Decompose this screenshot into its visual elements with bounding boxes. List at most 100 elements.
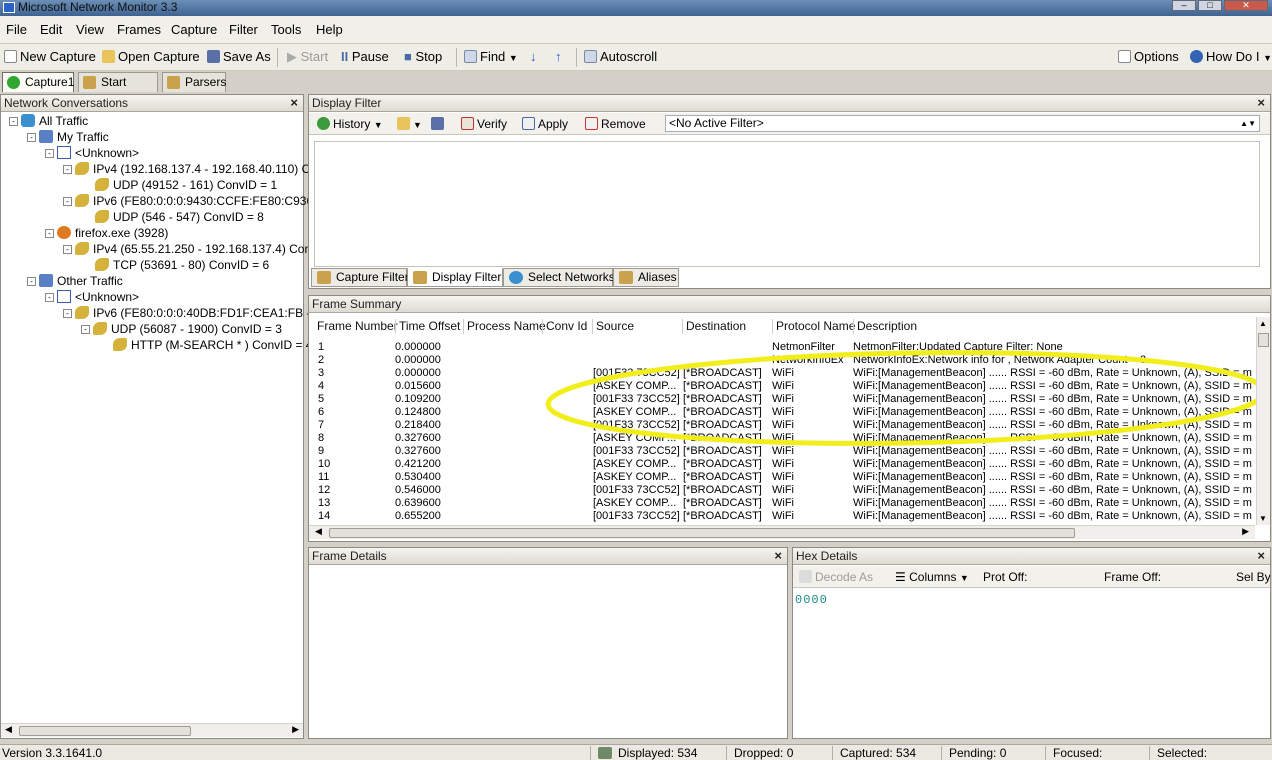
- scroll-right-icon[interactable]: ▶: [292, 724, 299, 735]
- scroll-thumb[interactable]: [19, 726, 191, 736]
- options-icon: [1118, 50, 1131, 63]
- tree-item[interactable]: UDP (546 - 547) ConvID = 8: [81, 209, 264, 225]
- tab-select-networks[interactable]: Select Networks: [503, 268, 615, 287]
- stop-button[interactable]: ■ Stop: [404, 49, 442, 67]
- hex-toolbar: Decode As ☰ Columns ▼ Prot Off: Frame Of…: [793, 566, 1270, 588]
- tree-item[interactable]: HTTP (M-SEARCH * ) ConvID = 4: [99, 337, 312, 353]
- play-icon: ▶: [287, 49, 297, 64]
- load-filter-button[interactable]: ▼: [397, 116, 422, 133]
- collapse-toggle-icon[interactable]: -: [27, 133, 36, 142]
- scroll-up-icon[interactable]: ▲: [1259, 319, 1267, 328]
- verify-button[interactable]: Verify: [461, 116, 507, 132]
- horizontal-scrollbar[interactable]: ◀ ▶: [309, 525, 1255, 539]
- tree-item[interactable]: - My Traffic: [27, 129, 109, 145]
- chevron-down-icon: ▼: [959, 573, 969, 583]
- tree-item[interactable]: - firefox.exe (3928): [45, 225, 168, 241]
- menu-tools[interactable]: Tools: [271, 22, 301, 37]
- aliases-icon: [619, 271, 633, 284]
- tree-item[interactable]: - IPv4 (192.168.137.4 - 192.168.40.110) C: [63, 161, 310, 177]
- columns-button[interactable]: ☰ Columns ▼: [895, 569, 969, 586]
- find-button[interactable]: Find ▼: [464, 49, 518, 67]
- collapse-toggle-icon[interactable]: -: [27, 277, 36, 286]
- start-button[interactable]: ▶ Start: [287, 49, 328, 67]
- find-icon: [464, 50, 477, 63]
- collapse-toggle-icon[interactable]: -: [9, 117, 18, 126]
- options-button[interactable]: Options: [1118, 49, 1179, 67]
- menu-filter[interactable]: Filter: [229, 22, 258, 37]
- maximize-button[interactable]: □: [1198, 0, 1222, 11]
- scroll-thumb[interactable]: [1258, 333, 1269, 347]
- tab-capture1[interactable]: Capture1: [2, 72, 74, 92]
- collapse-toggle-icon[interactable]: -: [63, 165, 72, 174]
- tree-item[interactable]: - <Unknown>: [45, 289, 139, 305]
- scroll-left-icon[interactable]: ◀: [5, 724, 12, 735]
- find-next-button[interactable]: ↓: [530, 49, 537, 67]
- tree-item-label: My Traffic: [57, 130, 109, 144]
- close-button[interactable]: ✕: [1224, 0, 1268, 11]
- frame-off-label: Frame Off:: [1104, 570, 1162, 584]
- save-as-button[interactable]: Save As: [207, 49, 271, 67]
- menu-frames[interactable]: Frames: [117, 22, 161, 37]
- status-separator: [941, 746, 942, 760]
- tab-parsers[interactable]: Parsers: [162, 72, 226, 92]
- menu-file[interactable]: File: [6, 22, 27, 37]
- menu-edit[interactable]: Edit: [40, 22, 62, 37]
- collapse-toggle-icon[interactable]: -: [63, 245, 72, 254]
- tree-item[interactable]: - IPv6 (FE80:0:0:0:40DB:FD1F:CEA1:FB - F: [63, 305, 321, 321]
- close-icon[interactable]: ×: [290, 95, 298, 111]
- tree-item[interactable]: - IPv4 (65.55.21.250 - 192.168.137.4) Con: [63, 241, 311, 257]
- autoscroll-button[interactable]: Autoscroll: [584, 49, 657, 67]
- close-icon[interactable]: ×: [1257, 548, 1265, 564]
- filter-text-area[interactable]: [314, 141, 1260, 267]
- filter-history-combo[interactable]: <No Active Filter> ▲▼: [665, 115, 1260, 132]
- find-previous-button[interactable]: ↑: [555, 49, 562, 67]
- stop-icon: ■: [404, 49, 412, 64]
- tree-item[interactable]: TCP (53691 - 80) ConvID = 6: [81, 257, 269, 273]
- spellcheck-icon: [461, 117, 474, 130]
- new-capture-button[interactable]: New Capture: [4, 49, 96, 67]
- collapse-toggle-icon[interactable]: -: [63, 197, 72, 206]
- vertical-scrollbar[interactable]: ▲ ▼: [1256, 317, 1270, 525]
- scroll-right-icon[interactable]: ▶: [1242, 526, 1249, 537]
- tree-item[interactable]: - All Traffic: [9, 113, 88, 129]
- history-button[interactable]: History ▼: [317, 116, 383, 133]
- window-icon: [57, 146, 71, 159]
- remove-button[interactable]: Remove: [585, 116, 646, 132]
- tab-aliases[interactable]: Aliases: [613, 268, 679, 287]
- combo-spin-icon[interactable]: ▲▼: [1240, 116, 1256, 131]
- scroll-left-icon[interactable]: ◀: [315, 526, 322, 537]
- collapse-toggle-icon[interactable]: -: [45, 229, 54, 238]
- collapse-toggle-icon[interactable]: -: [81, 325, 90, 334]
- tree-item[interactable]: - IPv6 (FE80:0:0:0:9430:CCFE:FE80:C936: [63, 193, 313, 209]
- scroll-down-icon[interactable]: ▼: [1259, 514, 1267, 523]
- tab-start-page[interactable]: Start Page: [78, 72, 158, 107]
- menu-help[interactable]: Help: [316, 22, 343, 37]
- conversation-icon: [75, 306, 89, 319]
- chevron-down-icon: ▼: [508, 53, 518, 63]
- pause-button[interactable]: II Pause: [341, 49, 389, 67]
- collapse-toggle-icon[interactable]: -: [45, 293, 54, 302]
- close-icon[interactable]: ×: [774, 548, 782, 564]
- save-filter-button[interactable]: [431, 116, 447, 132]
- tree-item[interactable]: - Other Traffic: [27, 273, 123, 289]
- horizontal-scrollbar[interactable]: ◀ ▶: [1, 723, 303, 737]
- how-do-i-button[interactable]: How Do I ▼: [1190, 49, 1272, 67]
- highlight-ellipse: [545, 350, 1267, 446]
- minimize-button[interactable]: –: [1172, 0, 1196, 11]
- decode-as-button[interactable]: Decode As: [799, 569, 873, 585]
- tree-item[interactable]: - <Unknown>: [45, 145, 139, 161]
- selected-label: Selected:: [1157, 746, 1208, 760]
- open-capture-button[interactable]: Open Capture: [102, 49, 200, 67]
- apply-button[interactable]: Apply: [522, 116, 568, 132]
- panel-header: Hex Details ×: [793, 548, 1270, 565]
- scroll-thumb[interactable]: [329, 528, 1075, 538]
- tree-item[interactable]: - UDP (56087 - 1900) ConvID = 3: [81, 321, 282, 337]
- collapse-toggle-icon[interactable]: -: [45, 149, 54, 158]
- collapse-toggle-icon[interactable]: -: [63, 309, 72, 318]
- menu-capture[interactable]: Capture: [171, 22, 217, 37]
- close-icon[interactable]: ×: [1257, 95, 1265, 111]
- menu-view[interactable]: View: [76, 22, 104, 37]
- tab-capture-filter[interactable]: Capture Filter: [311, 268, 409, 287]
- tab-display-filter[interactable]: Display Filter: [407, 268, 503, 287]
- tree-item[interactable]: UDP (49152 - 161) ConvID = 1: [81, 177, 277, 193]
